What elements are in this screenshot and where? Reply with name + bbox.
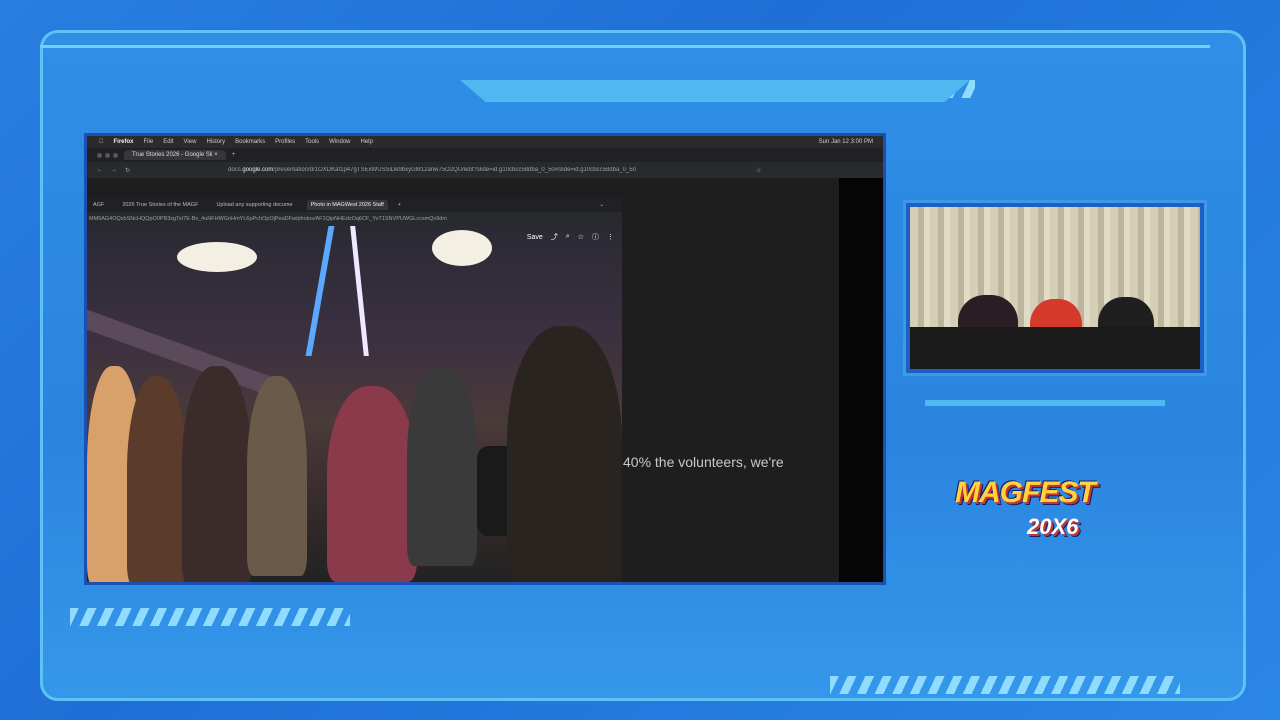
magfest-logo: MAGFEST 20X6	[955, 470, 1155, 550]
url-path: /presentation/d/1OXDKaf1p47gTSExWUSSiDe9…	[273, 167, 636, 173]
reload-icon[interactable]: ↻	[125, 167, 130, 174]
person	[407, 366, 477, 566]
zoom-window-button[interactable]	[113, 152, 118, 158]
ceiling-neon-strip	[305, 226, 335, 356]
bottom-right-stripe-decoration	[830, 676, 1180, 694]
new-tab-icon[interactable]: +	[232, 152, 236, 158]
close-window-button[interactable]	[97, 152, 102, 158]
forward-icon[interactable]: →	[111, 167, 117, 173]
slide-caption: 40% the volunteers, we're	[623, 454, 784, 470]
logo-wordmark: MAGFEST	[955, 476, 1096, 509]
menu-help[interactable]: Help	[361, 139, 373, 145]
chevron-down-icon[interactable]: ⌄	[599, 202, 604, 208]
zoom-icon[interactable]: ⌕	[566, 233, 570, 241]
ceiling-neon-strip	[350, 226, 369, 356]
person	[127, 376, 187, 582]
inner-tab-2[interactable]: 2026 True Stories of the MAGF	[118, 200, 202, 210]
inner-tab-4[interactable]: Photo in MAGWest 2026 Staff	[306, 200, 388, 210]
more-options-icon[interactable]: ⋮	[607, 233, 614, 241]
logo-year: 20X6	[1027, 514, 1079, 539]
webcam-feed	[910, 207, 1200, 369]
photo-browser-window: AGF 2026 True Stories of the MAGF Upload…	[87, 198, 622, 582]
top-line-decoration	[40, 45, 1210, 48]
screen-capture:  Firefox File Edit View History Bookmar…	[84, 133, 886, 585]
inner-tab-1[interactable]: AGF	[89, 200, 108, 210]
menu-tools[interactable]: Tools	[305, 139, 319, 145]
star-icon[interactable]: ☆	[578, 233, 584, 241]
bookmark-star-icon[interactable]: ☆	[756, 167, 761, 174]
menu-history[interactable]: History	[206, 139, 225, 145]
browser-tabbar: True Stories 2026 - Google Sli × +	[87, 148, 883, 162]
tab-title: True Stories 2026 - Google Sli	[132, 152, 213, 158]
menu-profiles[interactable]: Profiles	[275, 139, 295, 145]
window-controls	[97, 152, 118, 158]
person	[327, 386, 417, 582]
save-button[interactable]: Save	[527, 234, 543, 241]
person	[507, 326, 622, 582]
back-icon[interactable]: ←	[97, 167, 103, 173]
url-host: google.com	[242, 167, 274, 173]
photo-toolbar: Save ⤴ ⌕ ☆ ⓘ ⋮	[527, 232, 614, 242]
ceiling-light	[177, 242, 257, 272]
address-bar[interactable]: docs.google.com/presentation/d/1OXDKaf1p…	[228, 167, 748, 173]
menu-window[interactable]: Window	[329, 139, 350, 145]
bus-photo: Save ⤴ ⌕ ☆ ⓘ ⋮	[87, 226, 622, 582]
minimize-window-button[interactable]	[105, 152, 110, 158]
top-panel-decoration	[460, 80, 970, 102]
menu-view[interactable]: View	[184, 139, 197, 145]
inner-tabbar: AGF 2026 True Stories of the MAGF Upload…	[87, 198, 622, 212]
inner-address-bar[interactable]: MM9AG4OQzbSNcHQQpO0PB3xgTsI7E-Bx_4uNFHWG…	[87, 212, 622, 226]
webcam-frame	[903, 200, 1207, 376]
mac-menubar:  Firefox File Edit View History Bookmar…	[87, 136, 883, 148]
browser-toolbar: ← → ↻ docs.google.com/presentation/d/1OX…	[87, 162, 883, 178]
menubar-app[interactable]: Firefox	[114, 139, 134, 145]
right-panel-line	[925, 400, 1165, 406]
close-icon[interactable]: ×	[214, 152, 218, 158]
person	[182, 366, 252, 582]
menubar-clock: Sun Jan 12 3:00 PM	[818, 139, 873, 145]
ceiling-light	[432, 230, 492, 266]
menu-edit[interactable]: Edit	[163, 139, 173, 145]
share-icon[interactable]: ⤴	[551, 232, 558, 242]
person	[247, 376, 307, 576]
url-prefix: docs.	[228, 167, 243, 173]
apple-icon[interactable]: 	[99, 139, 104, 145]
slide-margin	[839, 178, 883, 582]
new-tab-icon[interactable]: +	[398, 202, 401, 208]
bottom-left-stripe-decoration	[70, 608, 350, 626]
panel-table	[910, 327, 1200, 369]
info-icon[interactable]: ⓘ	[592, 232, 599, 242]
menu-bookmarks[interactable]: Bookmarks	[235, 139, 265, 145]
tab-presentation[interactable]: True Stories 2026 - Google Sli ×	[124, 150, 226, 160]
inner-tab-3[interactable]: Upload any supporting docume	[212, 200, 296, 210]
menu-file[interactable]: File	[144, 139, 154, 145]
